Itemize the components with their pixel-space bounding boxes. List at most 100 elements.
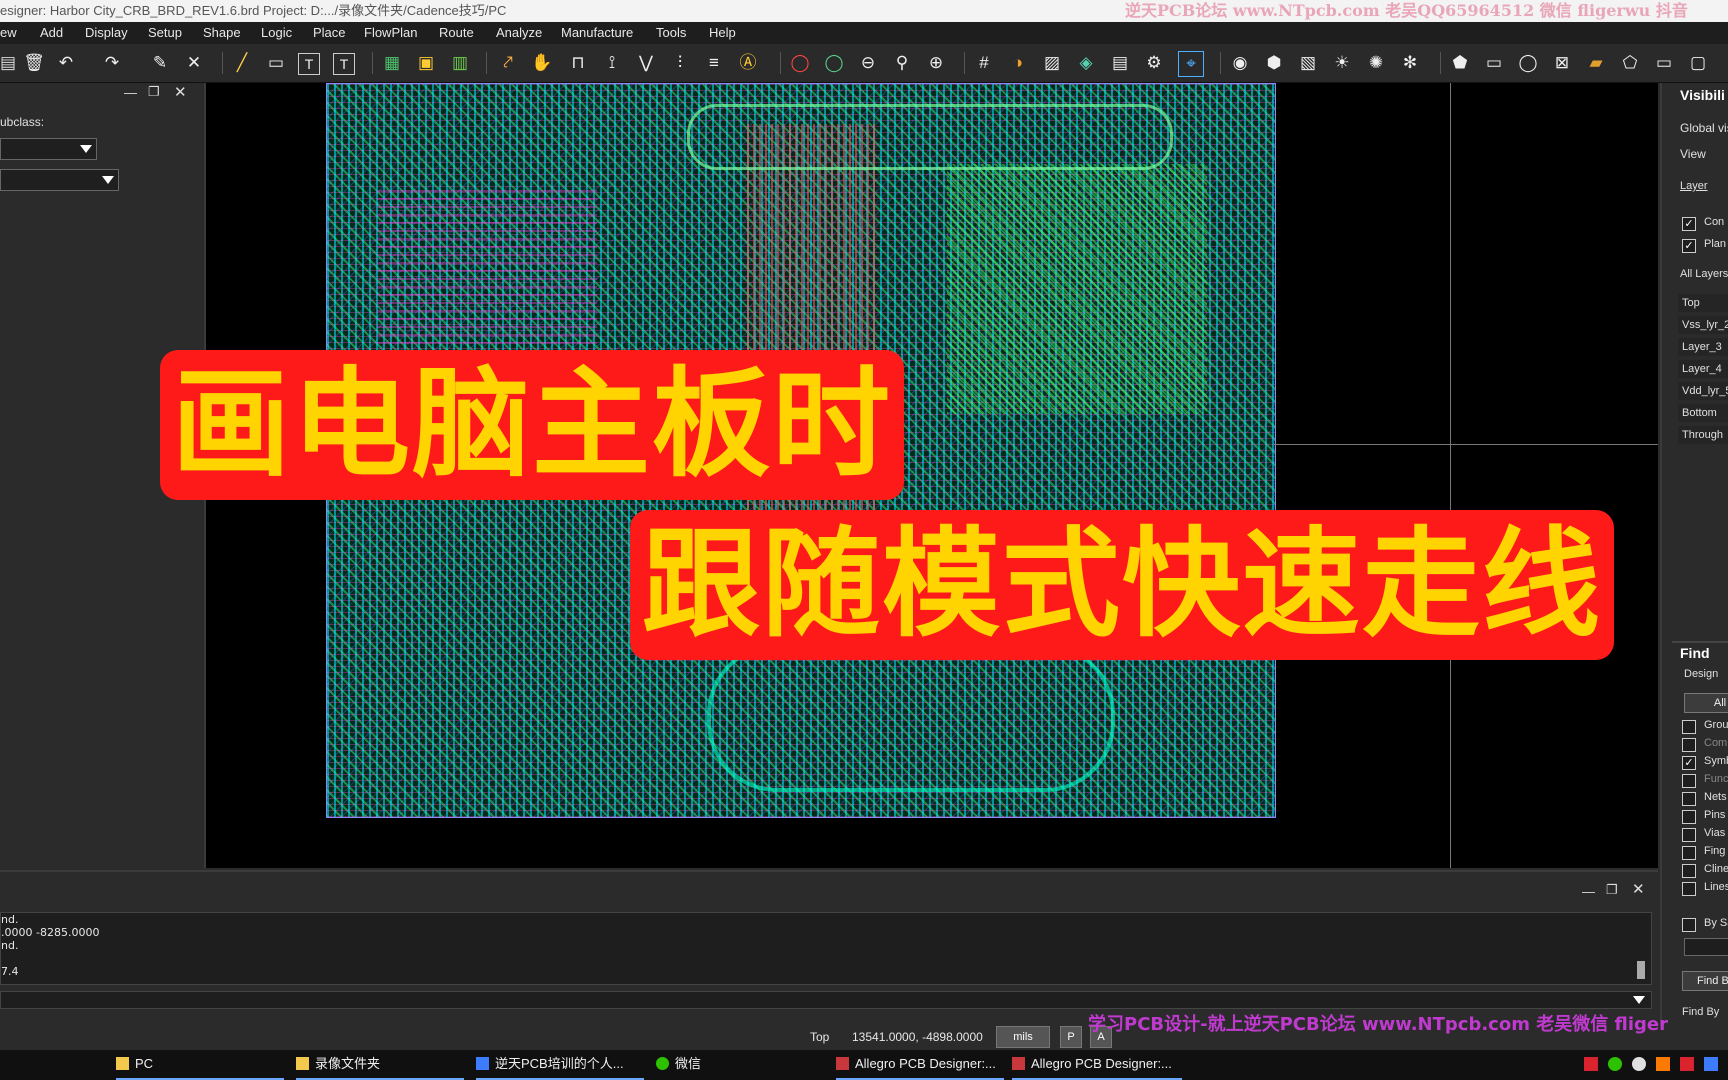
shape-add-icon[interactable]: ⬟ — [1448, 51, 1472, 75]
menu-logic[interactable]: Logic — [261, 22, 292, 44]
3d-view-icon[interactable]: ⬢ — [1262, 51, 1286, 75]
report-icon[interactable]: ▤ — [1108, 51, 1132, 75]
tray-app-icon[interactable] — [1584, 1057, 1598, 1071]
menu-add[interactable]: Add — [40, 22, 63, 44]
drc-icon[interactable]: ◯ — [788, 51, 812, 75]
menu-tools[interactable]: Tools — [656, 22, 686, 44]
layer-row[interactable]: Layer_4 — [1678, 360, 1728, 378]
menu-place[interactable]: Place — [313, 22, 346, 44]
conductors-checkbox[interactable]: ✓ — [1682, 217, 1696, 231]
taskbar-item-browser[interactable]: 逆天PCB培训的个人... — [476, 1050, 644, 1080]
settings-icon[interactable]: ⚙ — [1142, 51, 1166, 75]
shape-circle-icon[interactable]: ◯ — [1516, 51, 1540, 75]
find-by-checkbox[interactable] — [1682, 918, 1696, 932]
layer-row[interactable]: Vss_lyr_2 — [1678, 316, 1728, 334]
menu-shape[interactable]: Shape — [203, 22, 241, 44]
zoom-out-icon[interactable]: ⊖ — [856, 51, 880, 75]
class-dropdown[interactable] — [0, 138, 97, 160]
find-fingers-checkbox[interactable] — [1682, 846, 1696, 860]
minimize-icon[interactable]: — — [1582, 884, 1595, 899]
scrollbar-thumb[interactable] — [1637, 961, 1645, 979]
text-edit-icon[interactable]: T — [333, 53, 355, 75]
find-groups-checkbox[interactable] — [1682, 720, 1696, 734]
slide-icon[interactable]: ✋ — [530, 51, 554, 75]
find-comps-checkbox[interactable] — [1682, 738, 1696, 752]
delete-icon[interactable]: 🗑 — [22, 51, 46, 75]
close-icon[interactable]: ✕ — [1632, 880, 1645, 898]
redo-icon[interactable]: ↷ — [100, 51, 124, 75]
find-clines-checkbox[interactable] — [1682, 864, 1696, 878]
tray-app2-icon[interactable] — [1656, 1057, 1670, 1071]
probe-icon[interactable]: ✻ — [1398, 51, 1422, 75]
tray-wechat-icon[interactable] — [1608, 1057, 1622, 1071]
dim-icon[interactable]: ✺ — [1364, 51, 1388, 75]
find-functions-checkbox[interactable] — [1682, 774, 1696, 788]
menu-analyze[interactable]: Analyze — [496, 22, 542, 44]
planes-checkbox[interactable]: ✓ — [1682, 239, 1696, 253]
gloss-icon[interactable]: ≡ — [702, 51, 726, 75]
color-icon[interactable]: ◑ — [1006, 51, 1030, 75]
find-symbols-checkbox[interactable]: ✓ — [1682, 756, 1696, 770]
taskbar-item-allegro-1[interactable]: Allegro PCB Designer:... — [836, 1050, 1004, 1080]
zoom-in-icon[interactable]: ⊕ — [924, 51, 948, 75]
p-button[interactable]: P — [1060, 1026, 1082, 1048]
delay-tune-icon[interactable]: ⊓ — [566, 51, 590, 75]
add-line-icon[interactable]: ╱ — [230, 51, 254, 75]
find-button[interactable]: Find B — [1682, 971, 1728, 991]
zoom-fit-icon[interactable]: ⚲ — [890, 51, 914, 75]
shadow-icon[interactable]: ▨ — [1040, 51, 1064, 75]
find-pins-checkbox[interactable] — [1682, 810, 1696, 824]
select-icon[interactable]: ⌖ — [1178, 51, 1204, 77]
menu-manufacture[interactable]: Manufacture — [561, 22, 633, 44]
command-input[interactable] — [0, 991, 1652, 1009]
menu-display[interactable]: Display — [85, 22, 128, 44]
visibility-icon[interactable]: ◉ — [1228, 51, 1252, 75]
pin-icon[interactable]: ✎ — [148, 51, 172, 75]
subclass-dropdown[interactable] — [0, 169, 119, 191]
chip-icon[interactable]: ▣ — [414, 51, 438, 75]
shape-poly-icon[interactable]: ⬠ — [1618, 51, 1642, 75]
find-lines-checkbox[interactable] — [1682, 882, 1696, 896]
text-icon[interactable]: T — [298, 53, 320, 75]
taskbar-item-allegro-2[interactable]: Allegro PCB Designer:... — [1012, 1050, 1182, 1080]
tray-app3-icon[interactable] — [1680, 1057, 1694, 1071]
shape-merge-icon[interactable]: ▢ — [1686, 51, 1710, 75]
chevron-down-icon[interactable] — [1633, 996, 1645, 1004]
layer-row[interactable]: Vdd_lyr_5 — [1678, 382, 1728, 400]
tray-qq-icon[interactable] — [1632, 1057, 1646, 1071]
shaded-icon[interactable]: ▧ — [1296, 51, 1320, 75]
route-icon[interactable]: ⤤ — [496, 51, 520, 75]
light-icon[interactable]: ☀ — [1330, 51, 1354, 75]
find-all-button[interactable]: All — [1684, 693, 1728, 713]
layer-row[interactable]: Layer_3 — [1678, 338, 1728, 356]
close-icon[interactable]: ✕ — [174, 83, 187, 101]
layer-row[interactable]: Top — [1678, 294, 1728, 312]
layer-row[interactable]: Through — [1678, 426, 1728, 444]
taskbar-item-pc[interactable]: PC — [116, 1050, 284, 1080]
spread-icon[interactable]: ⋁ — [634, 51, 658, 75]
save-icon[interactable]: ▤ — [0, 51, 20, 75]
undo-icon[interactable]: ↶ — [54, 51, 78, 75]
menu-route[interactable]: Route — [439, 22, 474, 44]
menu-view[interactable]: ew — [0, 22, 17, 44]
auto-route-icon[interactable]: Ⓐ — [736, 51, 760, 75]
minimize-icon[interactable]: — — [124, 85, 137, 100]
bus-icon[interactable]: ⫶ — [668, 51, 692, 75]
taskbar-item-recordings[interactable]: 录像文件夹 — [296, 1050, 464, 1080]
menu-setup[interactable]: Setup — [148, 22, 182, 44]
unpin-icon[interactable]: ✕ — [182, 51, 206, 75]
units-button[interactable]: mils — [996, 1026, 1050, 1048]
place-icon[interactable]: ▦ — [380, 51, 404, 75]
menu-flowplan[interactable]: FlowPlan — [364, 22, 417, 44]
shape-edit-icon[interactable]: ▰ — [1584, 51, 1608, 75]
fanout-icon[interactable]: ⟟ — [600, 51, 624, 75]
tray-app4-icon[interactable] — [1704, 1057, 1718, 1071]
shape-void-icon[interactable]: ▭ — [1652, 51, 1676, 75]
float-icon[interactable]: ❐ — [1606, 882, 1618, 898]
find-vias-checkbox[interactable] — [1682, 828, 1696, 842]
drc-update-icon[interactable]: ◯ — [822, 51, 846, 75]
float-icon[interactable]: ❐ — [148, 84, 160, 100]
layers-icon[interactable]: ◈ — [1074, 51, 1098, 75]
grid-icon[interactable]: # — [972, 51, 996, 75]
component-icon[interactable]: ▥ — [448, 51, 472, 75]
